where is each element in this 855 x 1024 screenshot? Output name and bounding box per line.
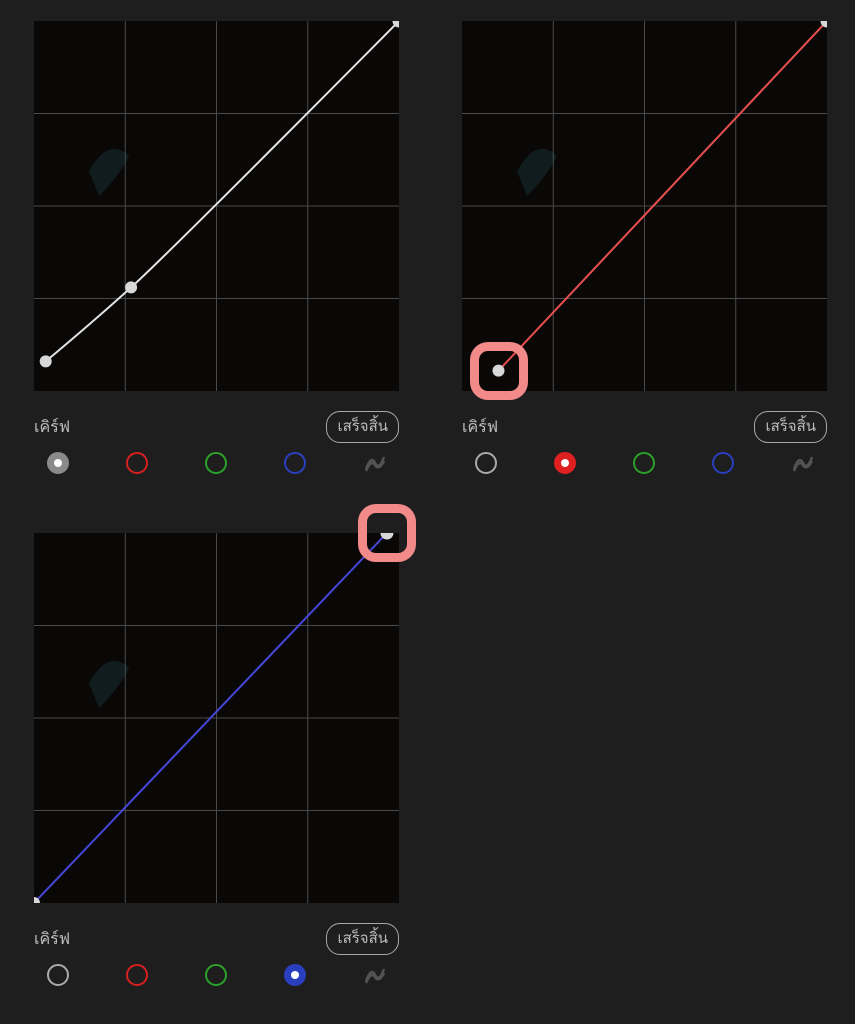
channel-selector [47, 963, 387, 987]
curve-node[interactable] [125, 281, 137, 293]
gradient-icon[interactable] [363, 963, 387, 987]
empty-slot [437, 521, 847, 1015]
done-button[interactable]: เสร็จสิ้น [326, 411, 399, 443]
curve-node[interactable] [493, 365, 505, 377]
curve-panel-white: เคิร์ฟ เสร็จสิ้น [9, 9, 419, 503]
channel-blue[interactable] [284, 452, 306, 474]
channel-red[interactable] [126, 452, 148, 474]
gradient-icon[interactable] [363, 451, 387, 475]
curve-editor[interactable] [34, 21, 399, 391]
curve-editor[interactable] [462, 21, 827, 391]
channel-red[interactable] [126, 964, 148, 986]
channel-blue[interactable] [712, 452, 734, 474]
footer-row: เคิร์ฟ เสร็จสิ้น [34, 411, 399, 443]
channel-selector [47, 451, 387, 475]
channel-gray[interactable] [47, 452, 69, 474]
channel-green[interactable] [205, 964, 227, 986]
channel-gray[interactable] [475, 452, 497, 474]
curve-label: เคิร์ฟ [462, 415, 498, 440]
panels-grid: เคิร์ฟ เสร็จสิ้น [0, 0, 855, 1024]
curve-panel-red: เคิร์ฟ เสร็จสิ้น [437, 9, 847, 503]
gradient-icon[interactable] [791, 451, 815, 475]
footer-row: เคิร์ฟ เสร็จสิ้น [462, 411, 827, 443]
channel-green[interactable] [633, 452, 655, 474]
curve-label: เคิร์ฟ [34, 927, 70, 952]
channel-gray[interactable] [47, 964, 69, 986]
done-button[interactable]: เสร็จสิ้น [754, 411, 827, 443]
curve-panel-blue: เคิร์ฟ เสร็จสิ้น [9, 521, 419, 1015]
channel-red[interactable] [554, 452, 576, 474]
channel-blue[interactable] [284, 964, 306, 986]
curve-editor[interactable] [34, 533, 399, 903]
footer-row: เคิร์ฟ เสร็จสิ้น [34, 923, 399, 955]
done-button[interactable]: เสร็จสิ้น [326, 923, 399, 955]
curve-label: เคิร์ฟ [34, 415, 70, 440]
channel-green[interactable] [205, 452, 227, 474]
channel-selector [475, 451, 815, 475]
curve-node[interactable] [40, 355, 52, 367]
